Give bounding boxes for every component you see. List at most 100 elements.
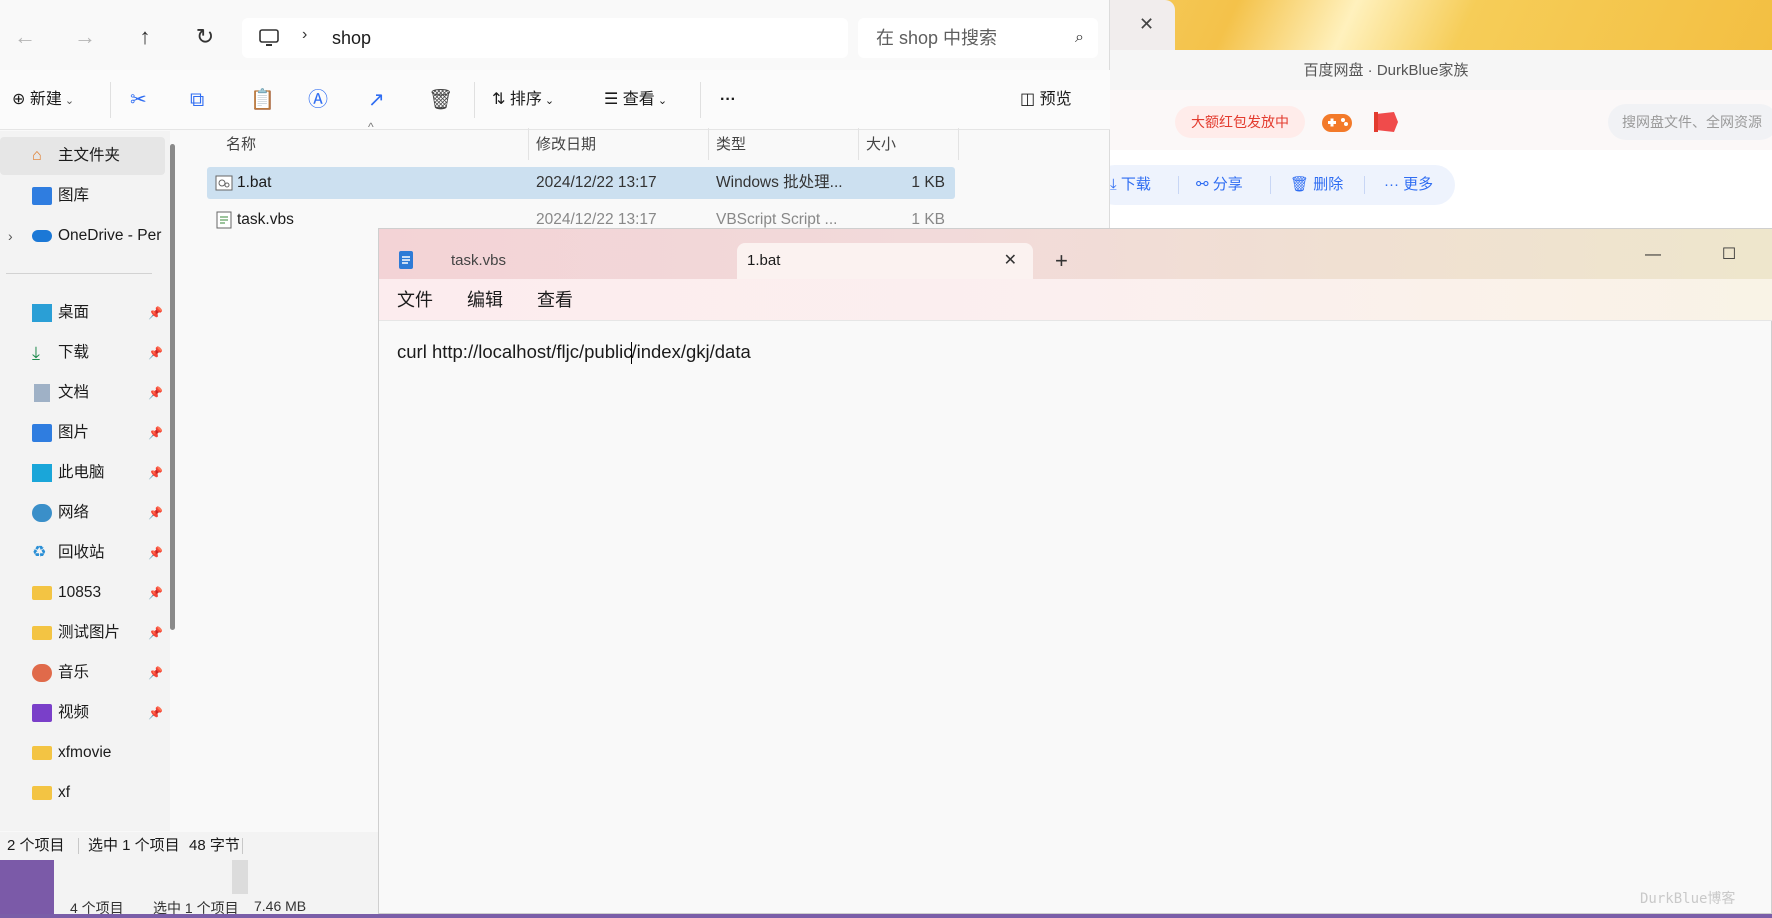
sidebar-item-pictures[interactable]: 图片 📌 [0, 414, 165, 452]
sidebar-item-recycle-bin[interactable]: ♻ 回收站 📌 [0, 534, 165, 572]
background-status-bar: 4 个项目 选中 1 个项目 7.46 MB [54, 860, 378, 916]
sidebar-item-videos[interactable]: 视频 📌 [0, 694, 165, 732]
address-bar[interactable]: › shop [242, 18, 848, 58]
sort-button[interactable]: ⇅ 排序 ⌄ [492, 84, 554, 116]
pin-icon: 📌 [148, 466, 163, 480]
column-header-name[interactable]: 名称 [226, 130, 256, 160]
divider[interactable] [858, 128, 859, 160]
sidebar-item-onedrive[interactable]: › OneDrive - Per [0, 217, 165, 255]
selected-size: 7.46 MB [254, 898, 307, 914]
cut-icon[interactable]: ✂ [130, 84, 147, 116]
sidebar-item-downloads[interactable]: ⤓ 下载 📌 [0, 334, 165, 372]
column-header-date[interactable]: 修改日期 [536, 130, 596, 160]
divider [110, 82, 111, 118]
more-button[interactable]: ··· 更多 [1384, 165, 1433, 205]
divider[interactable] [528, 128, 529, 160]
more-options-button[interactable]: ··· [720, 84, 736, 116]
copy-icon[interactable]: ⧉ [190, 84, 204, 116]
refresh-icon[interactable]: ↻ [190, 22, 220, 52]
sidebar-item-network[interactable]: 网络 📌 [0, 494, 165, 532]
divider[interactable] [708, 128, 709, 160]
breadcrumb[interactable]: shop [332, 18, 371, 58]
sidebar-item-desktop[interactable]: 桌面 📌 [0, 294, 165, 332]
delete-button[interactable]: 🗑 删除 [1290, 165, 1343, 205]
watermark: DurkBlue博客 [1640, 891, 1736, 907]
rename-icon[interactable]: Ⓐ [308, 84, 328, 116]
back-arrow-icon[interactable]: ← [10, 22, 40, 52]
up-arrow-icon[interactable]: ↑ [130, 22, 160, 52]
desktop-icon [32, 304, 52, 322]
trash-icon: 🗑 [1290, 176, 1314, 193]
computer-icon [258, 28, 280, 48]
item-count: 2 个项目 [7, 837, 65, 854]
view-button[interactable]: ☰ 查看 ⌄ [604, 84, 667, 116]
sidebar-item-music[interactable]: 音乐 📌 [0, 654, 165, 692]
close-tab-icon[interactable]: ✕ [1004, 243, 1017, 279]
folder-icon [32, 746, 52, 760]
sidebar-item-home[interactable]: ⌂ 主文件夹 [0, 137, 165, 175]
download-button[interactable]: ⤓ 下载 [1110, 165, 1151, 205]
sidebar-item-folder[interactable]: 测试图片 📌 [0, 614, 165, 652]
forward-arrow-icon[interactable]: → [70, 22, 100, 52]
download-icon: ⤓ [32, 343, 40, 363]
chevron-down-icon: ⌄ [541, 95, 555, 107]
table-row[interactable]: 1.bat 2024/12/22 13:17 Windows 批处理... 1 … [207, 167, 955, 199]
text-editor[interactable]: curl http://localhost/fljc/public/index/… [397, 337, 1757, 367]
gamepad-icon[interactable] [1320, 108, 1354, 136]
sidebar-item-folder[interactable]: 10853 📌 [0, 574, 165, 612]
download-icon: ⤓ [1110, 176, 1121, 193]
sidebar-item-folder[interactable]: xf [0, 774, 165, 812]
share-icon[interactable]: ↗ [368, 84, 385, 116]
close-icon[interactable]: ✕ [1139, 14, 1159, 34]
selected-count: 选中 1 个项目 [153, 900, 239, 916]
tab-task-vbs[interactable]: task.vbs [451, 243, 721, 279]
tab-1-bat[interactable]: 1.bat ✕ [737, 243, 1033, 279]
plus-circle-icon: ⊕ [12, 91, 30, 108]
divider [1178, 176, 1179, 194]
folder-icon [32, 586, 52, 600]
editor-text: curl http://localhost/fljc/public [397, 341, 633, 362]
maximize-icon[interactable]: ☐ [1709, 241, 1749, 269]
preview-button[interactable]: ◫ 预览 [1020, 84, 1072, 116]
folder-icon [32, 626, 52, 640]
baidu-search-input[interactable]: 搜网盘文件、全网资源 [1608, 104, 1772, 140]
pin-icon: 📌 [148, 386, 163, 400]
menu-edit[interactable]: 编辑 [467, 279, 503, 321]
chevron-down-icon: ⌄ [61, 95, 75, 107]
promo-flag-icon[interactable] [1372, 108, 1402, 136]
column-header-size[interactable]: 大小 [866, 130, 896, 160]
music-icon [32, 664, 52, 682]
delete-icon[interactable]: 🗑 [428, 84, 453, 116]
pin-icon: 📌 [148, 546, 163, 560]
divider [242, 838, 243, 854]
menu-file[interactable]: 文件 [397, 279, 433, 321]
file-name: task.vbs [237, 211, 294, 228]
file-size: 1 KB [911, 174, 945, 191]
scrollbar[interactable] [232, 860, 248, 894]
new-button[interactable]: ⊕ 新建 ⌄ [12, 84, 74, 116]
sidebar-scrollbar[interactable] [170, 144, 175, 630]
sidebar-item-documents[interactable]: 文档 📌 [0, 374, 165, 412]
minimize-icon[interactable]: — [1633, 241, 1673, 269]
divider [474, 82, 475, 118]
file-name: 1.bat [237, 174, 272, 191]
search-placeholder: 在 shop 中搜索 [876, 28, 998, 48]
search-input[interactable]: 在 shop 中搜索 ⌕ [858, 18, 1098, 58]
baidu-title: 百度网盘 · DurkBlue家族 [1000, 50, 1772, 90]
notepad-window: task.vbs 1.bat ✕ + — ☐ 文件 编辑 查看 curl htt… [378, 228, 1772, 914]
sidebar-item-folder[interactable]: xfmovie [0, 734, 165, 772]
menu-view[interactable]: 查看 [537, 279, 573, 321]
column-header-type[interactable]: 类型 [716, 130, 746, 160]
more-icon: ··· [1384, 176, 1404, 193]
share-button[interactable]: ⚯ 分享 [1196, 165, 1243, 205]
paste-icon[interactable]: 📋 [250, 84, 275, 116]
sidebar-item-gallery[interactable]: 图库 [0, 177, 165, 215]
recycle-bin-icon: ♻ [32, 544, 47, 561]
file-date: 2024/12/22 13:17 [536, 174, 657, 191]
new-tab-button[interactable]: + [1055, 243, 1068, 279]
divider[interactable] [958, 128, 959, 160]
home-icon: ⌂ [32, 147, 42, 164]
sidebar-item-this-pc[interactable]: 此电脑 📌 [0, 454, 165, 492]
red-packet-button[interactable]: 大额红包发放中 [1175, 106, 1305, 138]
pin-icon: 📌 [148, 306, 163, 320]
